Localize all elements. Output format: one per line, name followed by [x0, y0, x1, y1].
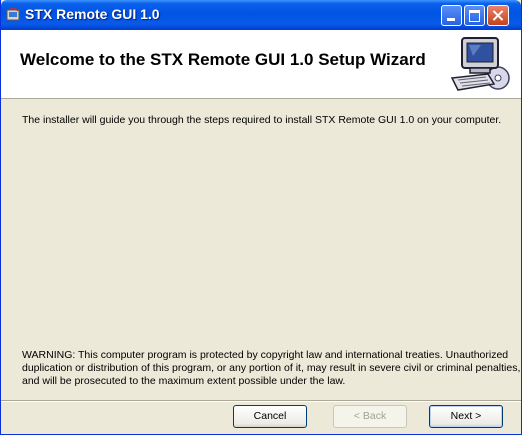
close-icon[interactable]	[487, 5, 509, 26]
page-title: Welcome to the STX Remote GUI 1.0 Setup …	[20, 50, 426, 69]
maximize-icon[interactable]	[464, 5, 485, 26]
wizard-banner: Welcome to the STX Remote GUI 1.0 Setup …	[1, 30, 521, 99]
minimize-icon[interactable]	[441, 5, 462, 26]
back-button[interactable]: < Back	[333, 405, 407, 428]
installer-icon	[6, 8, 20, 21]
title-bar[interactable]: STX Remote GUI 1.0	[1, 0, 521, 30]
footer-divider	[1, 400, 521, 402]
window-title: STX Remote GUI 1.0	[25, 6, 160, 22]
cancel-button[interactable]: Cancel	[233, 405, 307, 428]
computer-setup-icon	[450, 37, 510, 91]
intro-text: The installer will guide you through the…	[22, 114, 502, 126]
next-button[interactable]: Next >	[429, 405, 503, 428]
copyright-warning: WARNING: This computer program is protec…	[22, 349, 521, 387]
setup-wizard-window: STX Remote GUI 1.0 Welcome to the STX Re…	[0, 0, 522, 435]
